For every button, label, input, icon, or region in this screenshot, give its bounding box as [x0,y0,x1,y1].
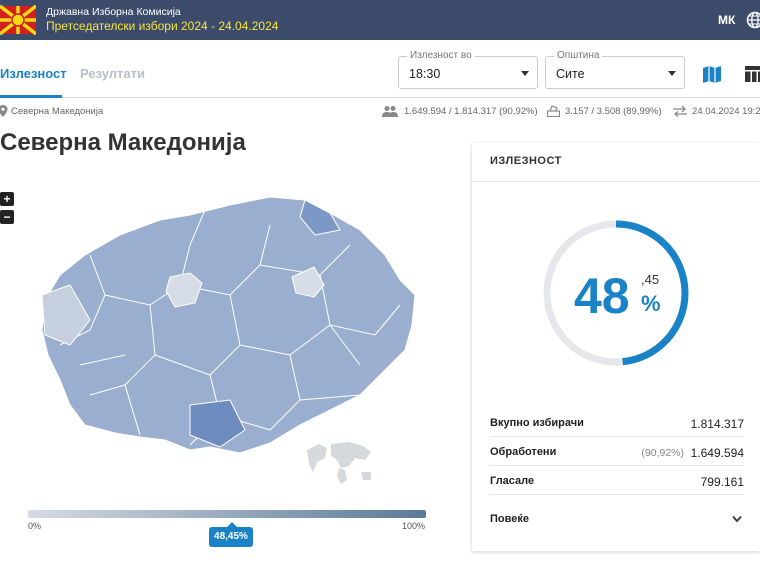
municipality-label: Општина [554,50,603,61]
zoom-out-button[interactable]: − [0,210,14,224]
stat-row-voted: Гласале 799.161 [490,467,744,495]
navigation-bar: Излезност Резултати Излезност во 18:30 О… [0,40,760,98]
more-toggle[interactable]: Повеќе [490,513,529,525]
municipality-value: Сите [556,67,585,81]
top-bar: Државна Изборна Комисија Претседателски … [0,0,760,40]
turnout-percent-sign: % [641,291,661,316]
location-pin-icon [0,105,8,117]
stat-row-total-voters: Вкупно избирачи 1.814.317 [490,409,744,437]
stat-row-processed: Обработени (90,92%) 1.649.594 [490,438,744,466]
tab-results[interactable]: Резултати [80,66,145,81]
map-icon[interactable] [702,64,722,84]
stat-label: Обработени [490,446,557,458]
stat-label: Вкупно избирачи [490,417,584,429]
stat-value: 799.161 [700,475,744,489]
info-row: Северна Македонија 1.649.594 / 1.814.317… [0,102,760,122]
polling-stations-processed: 3.157 / 3.508 (89,99%) [565,106,662,117]
scale-min-label: 0% [28,521,42,531]
card-divider [472,181,760,182]
stat-label: Гласале [490,475,535,487]
zoom-in-button[interactable]: + [0,192,14,206]
voters-processed: 1.649.594 / 1.814.317 (90,92%) [404,106,538,117]
caret-down-icon [521,71,529,76]
municipality-select[interactable]: Општина Сите [545,50,685,89]
active-tab-indicator [0,95,62,98]
turnout-time-value: 18:30 [409,67,441,81]
table-icon[interactable] [744,64,760,84]
turnout-percent-whole: 48 [574,268,630,324]
municipality-map[interactable] [30,185,430,475]
sync-arrows-icon [673,105,687,117]
turnout-card: ИЗЛЕЗНОСТ 48 ,45 % Вкупно избирачи 1.814… [472,143,760,551]
voters-icon [382,106,398,117]
organization-name: Државна Изборна Комисија [46,6,181,18]
current-turnout-marker: 48,45% [209,522,253,547]
turnout-time-select[interactable]: Излезност во 18:30 [398,50,538,89]
world-map-icon [307,442,371,484]
stat-value: 1.649.594 [690,446,744,460]
turnout-time-label: Излезност во [407,50,475,61]
scale-max-label: 100% [402,521,426,531]
turnout-color-scale [28,510,426,518]
stat-value: 1.814.317 [690,417,744,431]
election-title: Претседателски избори 2024 - 24.04.2024 [46,19,279,33]
globe-icon[interactable] [746,11,760,29]
last-updated: 24.04.2024 19:25 [692,106,760,117]
stat-percent: (90,92%) [641,447,684,459]
caret-down-icon [668,71,676,76]
card-title: ИЗЛЕЗНОСТ [490,155,562,167]
tab-turnout[interactable]: Излезност [0,66,67,81]
ballot-box-icon [547,105,560,117]
turnout-percent-decimal: ,45 [641,272,660,287]
sun-logo-icon [0,4,36,36]
language-switch[interactable]: МК [718,13,735,27]
page-title: Северна Македонија [0,129,246,156]
chevron-down-icon[interactable] [732,515,742,523]
current-location: Северна Македонија [11,106,104,117]
